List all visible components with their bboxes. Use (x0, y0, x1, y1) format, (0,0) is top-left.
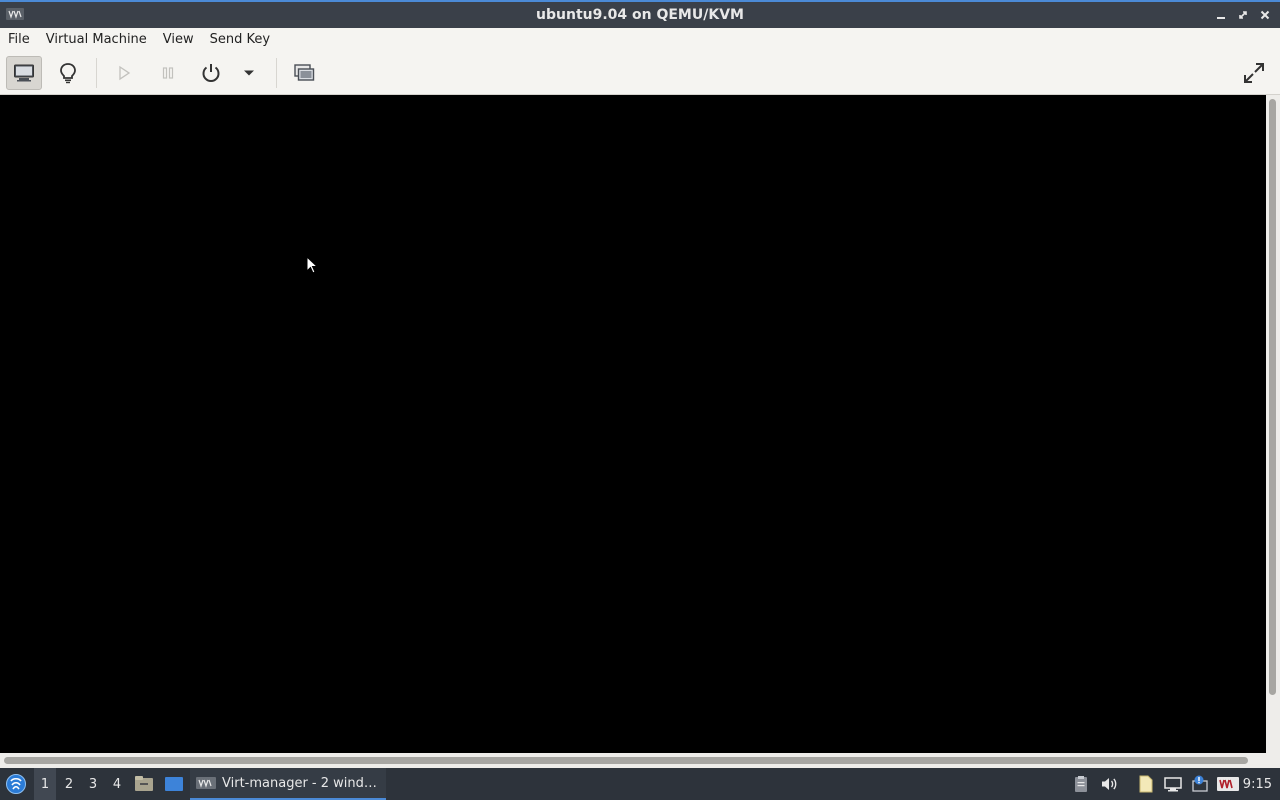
minimize-icon[interactable] (1212, 6, 1230, 24)
close-icon[interactable] (1256, 6, 1274, 24)
mouse-cursor-icon (306, 256, 318, 274)
workspace-3[interactable]: 3 (82, 768, 104, 800)
dropdown-arrow-icon[interactable] (232, 56, 266, 90)
virt-manager-icon (196, 777, 216, 789)
pause-icon[interactable] (150, 56, 186, 90)
volume-icon[interactable] (1097, 768, 1121, 800)
menu-virtual-machine[interactable]: Virtual Machine (38, 28, 155, 52)
taskbar-window-button[interactable]: Virt-manager - 2 wind… (190, 768, 386, 800)
workspace-4[interactable]: 4 (106, 768, 128, 800)
menu-bar: File Virtual Machine View Send Key (0, 28, 1280, 52)
window-title: ubuntu9.04 on QEMU/KVM (536, 7, 744, 23)
menu-file[interactable]: File (0, 28, 38, 52)
toolbar-separator (276, 58, 277, 88)
show-desktop-icon[interactable] (162, 768, 186, 800)
files-icon[interactable] (1134, 768, 1158, 800)
virt-manager-tray-icon[interactable] (1215, 768, 1241, 800)
horizontal-scrollbar-thumb[interactable] (4, 757, 1248, 764)
network-icon[interactable] (1161, 768, 1185, 800)
snapshots-icon[interactable] (286, 56, 322, 90)
window-titlebar[interactable]: ubuntu9.04 on QEMU/KVM (0, 0, 1280, 28)
workspace-2[interactable]: 2 (58, 768, 80, 800)
notification-icon[interactable] (1188, 768, 1212, 800)
vm-console-display[interactable] (0, 95, 1266, 753)
taskbar-window-label: Virt-manager - 2 wind… (222, 775, 377, 791)
maximize-icon[interactable] (1234, 6, 1252, 24)
start-menu-icon[interactable] (2, 768, 30, 800)
taskbar: 1 2 3 4 Virt-manager - 2 wind… 9:15 (0, 768, 1280, 800)
vertical-scrollbar-thumb[interactable] (1269, 99, 1276, 695)
clock[interactable]: 9:15 (1243, 768, 1272, 800)
horizontal-scrollbar[interactable] (0, 753, 1280, 768)
file-manager-icon[interactable] (132, 768, 156, 800)
details-lightbulb-icon[interactable] (50, 56, 86, 90)
run-icon[interactable] (106, 56, 142, 90)
menu-view[interactable]: View (155, 28, 202, 52)
fullscreen-icon[interactable] (1236, 56, 1272, 90)
console-icon[interactable] (6, 56, 42, 90)
vertical-scrollbar[interactable] (1266, 95, 1280, 753)
toolbar-separator (96, 58, 97, 88)
power-icon[interactable] (193, 56, 229, 90)
toolbar (0, 52, 1280, 95)
menu-send-key[interactable]: Send Key (202, 28, 278, 52)
clipboard-icon[interactable] (1070, 768, 1092, 800)
workspace-1[interactable]: 1 (34, 768, 56, 800)
